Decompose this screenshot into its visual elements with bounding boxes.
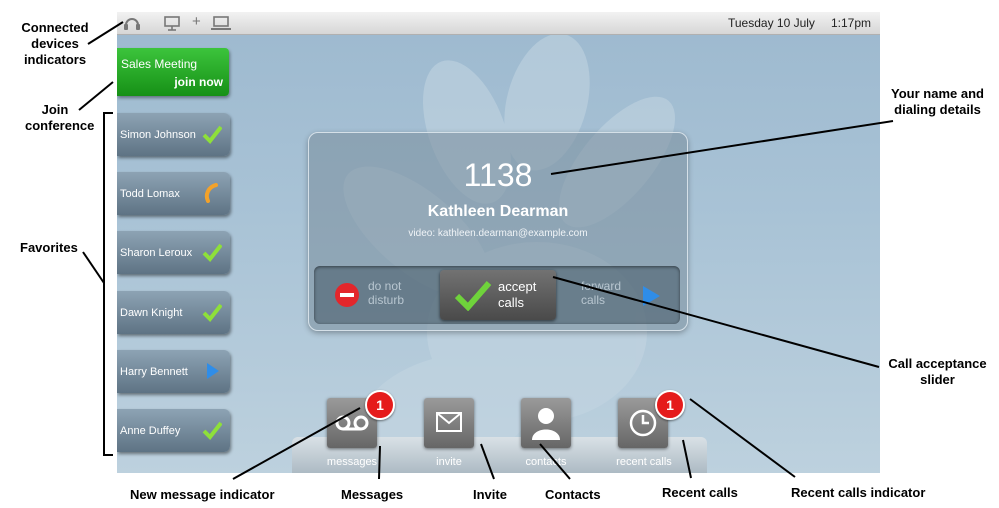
annotation-new-message: New message indicator — [130, 487, 275, 502]
annotation-join-conference: Join conference — [25, 102, 95, 133]
annotation-your-name: Your name and dialing details — [891, 86, 984, 117]
annotation-invite: Invite — [473, 487, 507, 502]
annotation-call-acceptance: Call acceptance slider — [888, 356, 987, 387]
annotation-recent-indicator: Recent calls indicator — [791, 485, 926, 500]
annotation-messages: Messages — [341, 487, 404, 502]
annotation-contacts: Contacts — [545, 487, 601, 502]
annotation-connected-devices: Connected devices indicators — [21, 20, 89, 67]
annotation-favorites: Favorites — [20, 240, 78, 255]
callout-lines — [78, 21, 894, 480]
annotation-recent-calls: Recent calls — [662, 485, 738, 500]
